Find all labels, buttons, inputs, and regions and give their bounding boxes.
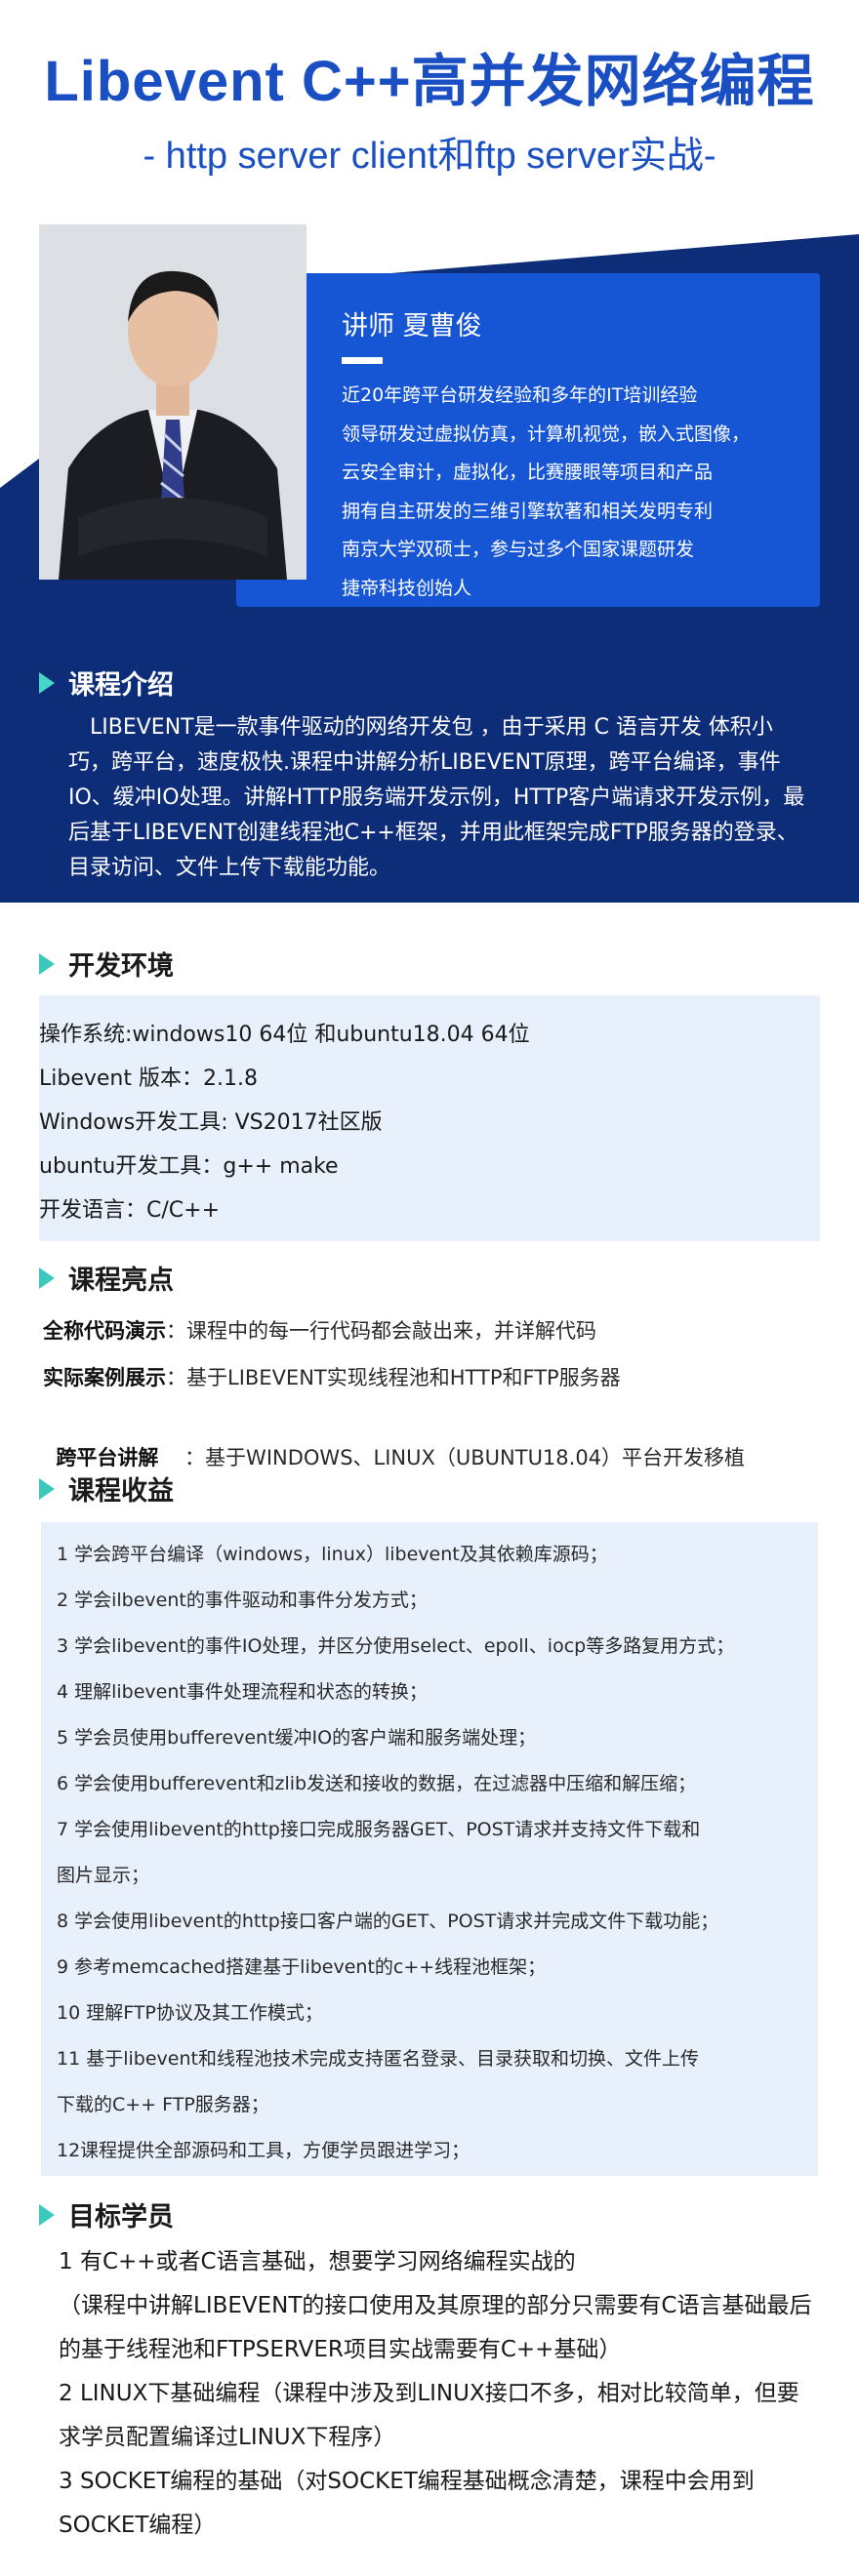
bio-line: 云安全审计，虚拟化，比赛腰眼等项目和产品: [342, 462, 714, 483]
highlight-label: 实际案例展示: [43, 1366, 166, 1389]
teacher-photo: [39, 224, 307, 580]
gain-line: 5 学会员使用bufferevent缓冲IO的客户端和服务端处理；: [57, 1727, 537, 1749]
gain-line: 1 学会跨平台编译（windows，linux）libevent及其依赖库源码；: [57, 1544, 608, 1565]
gain-line: 12课程提供全部源码和工具，方便学员跟进学习；: [57, 2140, 470, 2161]
gain-line: 2 学会ilbevent的事件驱动和事件分发方式；: [57, 1590, 428, 1611]
env-line: 开发语言：C/C++: [39, 1198, 221, 1223]
gain-line: 4 理解libevent事件处理流程和状态的转换；: [57, 1681, 428, 1703]
env-line: Windows开发工具: VS2017社区版: [39, 1110, 383, 1135]
target-line: （课程中讲解LIBEVENT的接口使用及其原理的部分只需要有C语言基础最后的基于…: [59, 2293, 812, 2362]
bio-line: 拥有自主研发的三维引擎软著和相关发明专利: [342, 500, 714, 522]
name-underline-bar: [342, 357, 383, 364]
gain-line: 6 学会使用bufferevent和zlib发送和接收的数据，在过滤器中压缩和解…: [57, 1773, 697, 1794]
gain-line: 3 学会libevent的事件IO处理，并区分使用select、epoll、io…: [57, 1635, 735, 1657]
gains-heading: 课程收益: [39, 1469, 174, 1508]
gain-line: 9 参考memcached搭建基于libevent的c++线程池框架；: [57, 1956, 547, 1978]
highlight-text: ：课程中的每一行代码都会敲出来，并详解代码: [166, 1319, 596, 1343]
env-line: ubuntu开发工具：g++ make: [39, 1154, 339, 1179]
highlight-label: 跨平台讲解: [56, 1446, 159, 1469]
triangle-bullet-icon: [39, 671, 55, 694]
bio-line: 南京大学双硕士，参与过多个国家课题研发: [342, 539, 695, 560]
highlight-item: 全称代码演示：课程中的每一行代码都会敲出来，并详解代码: [43, 1315, 596, 1345]
gain-line: 下载的C++ FTP服务器；: [57, 2094, 269, 2115]
teacher-bio-list: 近20年跨平台研发经验和多年的IT培训经验 领导研发过虚拟仿真，计算机视觉，嵌入…: [342, 377, 750, 608]
highlight-text: ：基于WINDOWS、LINUX（UBUNTU18.04）平台开发移植: [158, 1446, 746, 1469]
bio-line: 捷帝科技创始人: [342, 577, 472, 599]
gain-line: 7 学会使用libevent的http接口完成服务器GET、POST请求并支持文…: [57, 1819, 701, 1840]
gain-line: 10 理解FTP协议及其工作模式；: [57, 2002, 323, 2024]
hero-banner: Libevent C++高并发网络编程 - http server client…: [0, 0, 859, 903]
course-subtitle: - http server client和ftp server实战-: [143, 136, 716, 177]
highlight-item: 跨平台讲解 ：基于WINDOWS、LINUX（UBUNTU18.04）平台开发移…: [43, 1419, 745, 1471]
teacher-portrait-image: [39, 224, 307, 580]
target-heading: 目标学员: [39, 2195, 174, 2234]
intro-heading-text: 课程介绍: [68, 670, 174, 701]
highlights-heading: 课程亮点: [39, 1259, 174, 1297]
gain-line: 图片显示；: [57, 1865, 150, 1886]
triangle-bullet-icon: [39, 1267, 55, 1289]
triangle-bullet-icon: [39, 952, 55, 975]
gain-line: 11 基于libevent和线程池技术完成支持匿名登录、目录获取和切换、文件上传: [57, 2048, 699, 2070]
target-line: 2 LINUX下基础编程（课程中涉及到LINUX接口不多，相对比较简单，但要求学…: [59, 2381, 799, 2450]
highlight-item: 实际案例展示：基于LIBEVENT实现线程池和HTTP和FTP服务器: [43, 1362, 621, 1391]
triangle-bullet-icon: [39, 2203, 55, 2226]
course-title: Libevent C++高并发网络编程: [44, 50, 815, 113]
bio-line: 领导研发过虚拟仿真，计算机视觉，嵌入式图像，: [342, 423, 751, 445]
target-line: 3 SOCKET编程的基础（对SOCKET编程基础概念清楚，课程中会用到SOCK…: [59, 2469, 755, 2538]
env-heading-text: 开发环境: [68, 951, 174, 982]
gain-line: 8 学会使用libevent的http接口客户端的GET、POST请求并完成文件…: [57, 1911, 719, 1932]
env-line: 操作系统:windows10 64位 和ubuntu18.04 64位: [39, 1023, 530, 1047]
bio-line: 近20年跨平台研发经验和多年的IT培训经验: [342, 384, 698, 406]
target-heading-text: 目标学员: [68, 2202, 174, 2233]
env-line: Libevent 版本：2.1.8: [39, 1067, 258, 1091]
highlight-label: 全称代码演示: [43, 1319, 166, 1343]
highlight-text: ：基于LIBEVENT实现线程池和HTTP和FTP服务器: [166, 1366, 621, 1389]
intro-heading: 课程介绍: [39, 664, 174, 702]
gains-heading-text: 课程收益: [68, 1476, 174, 1507]
env-panel: 操作系统:windows10 64位 和ubuntu18.04 64位 Libe…: [39, 995, 820, 1241]
target-line: 1 有C++或者C语言基础，想要学习网络编程实战的: [59, 2249, 576, 2274]
gains-panel: 1 学会跨平台编译（windows，linux）libevent及其依赖库源码；…: [41, 1522, 818, 2176]
env-heading: 开发环境: [39, 945, 174, 983]
triangle-bullet-icon: [39, 1477, 55, 1500]
intro-paragraph: LIBEVENT是一款事件驱动的网络开发包 ，由于采用 C 语言开发 体积小巧，…: [68, 715, 805, 880]
highlights-heading-text: 课程亮点: [68, 1266, 174, 1296]
teacher-name: 讲师 夏曹俊: [342, 311, 482, 342]
